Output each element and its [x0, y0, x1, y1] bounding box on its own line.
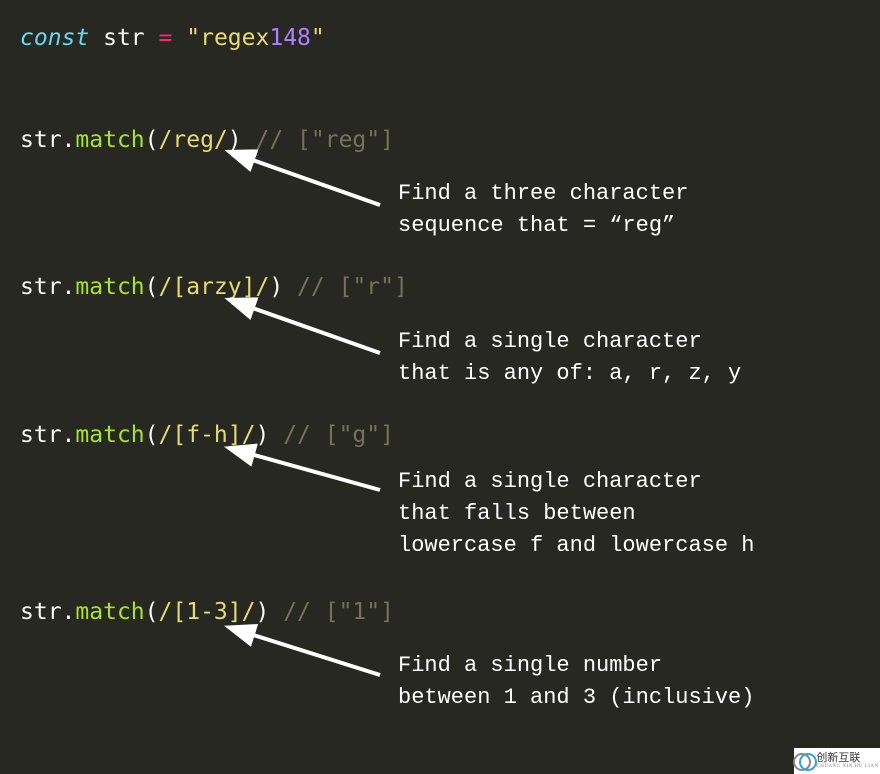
var-name: str	[103, 25, 145, 51]
method-match: match	[75, 127, 144, 153]
example-line: str.match(/[f-h]/) // ["g"]	[20, 419, 860, 451]
arrow-icon	[235, 625, 385, 680]
regex-pattern: [1-3]	[172, 599, 241, 625]
annotation-text: Find a single character that falls betwe…	[398, 466, 754, 562]
regex-pattern: reg	[172, 127, 214, 153]
string-close-quote: "	[311, 25, 325, 51]
regex-pattern: [f-h]	[172, 422, 241, 448]
result-comment: // ["g"]	[269, 422, 394, 448]
method-match: match	[75, 422, 144, 448]
annotation-text: Find a single number between 1 and 3 (in…	[398, 650, 754, 714]
method-match: match	[75, 274, 144, 300]
string-number: 148	[269, 25, 311, 51]
equals-op: =	[159, 25, 173, 51]
regex-pattern: [arzy]	[172, 274, 255, 300]
keyword-const: const	[20, 25, 89, 51]
result-comment: // ["r"]	[283, 274, 408, 300]
watermark: 创新互联 CHUANG XIN HU LIAN	[794, 748, 880, 774]
watermark-text: 创新互联	[816, 753, 878, 764]
string-text: regex	[200, 25, 269, 51]
result-comment: // ["1"]	[269, 599, 394, 625]
example-line: str.match(/[1-3]/) // ["1"]	[20, 596, 860, 628]
string-open-quote: "	[186, 25, 200, 51]
method-match: match	[75, 599, 144, 625]
annotation-text: Find a single character that is any of: …	[398, 326, 741, 390]
arrow-icon	[235, 150, 385, 210]
arrow-icon	[235, 445, 385, 495]
example-line: str.match(/reg/) // ["reg"]	[20, 124, 860, 156]
watermark-logo-icon	[795, 752, 813, 770]
declaration-line: const str = "regex148"	[20, 22, 860, 54]
example-line: str.match(/[arzy]/) // ["r"]	[20, 271, 860, 303]
arrow-icon	[235, 298, 385, 358]
watermark-subtext: CHUANG XIN HU LIAN	[816, 764, 878, 769]
annotation-text: Find a three character sequence that = “…	[398, 178, 688, 242]
